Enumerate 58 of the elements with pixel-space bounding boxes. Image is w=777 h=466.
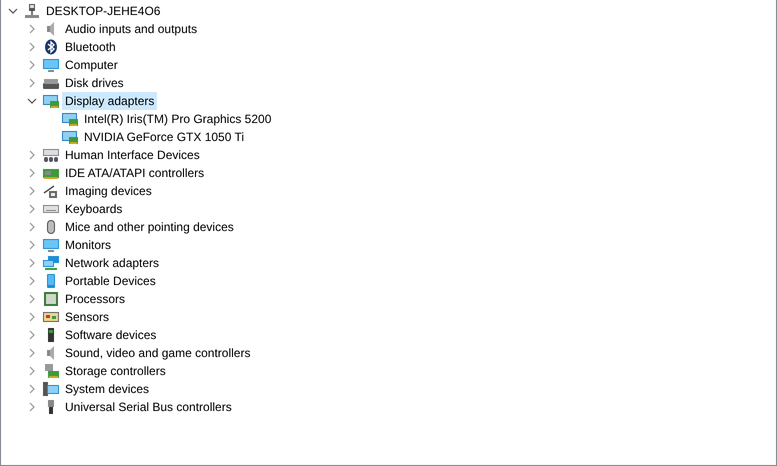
display-adapter-icon [42, 93, 60, 109]
tree-item[interactable]: IDE ATA/ATAPI controllers [62, 164, 208, 182]
tree-item[interactable]: Universal Serial Bus controllers [62, 398, 235, 416]
storage-icon [42, 363, 60, 379]
expand-chevron-icon[interactable] [27, 78, 37, 88]
expand-chevron-icon[interactable] [27, 330, 37, 340]
keyboard-device-icon [42, 147, 60, 163]
tree-item[interactable]: Storage controllers [62, 362, 169, 380]
expand-chevron-icon[interactable] [27, 258, 37, 268]
tree-item[interactable]: Mice and other pointing devices [62, 218, 237, 236]
tree-item[interactable]: Imaging devices [62, 182, 155, 200]
collapse-chevron-icon[interactable] [27, 96, 37, 106]
expand-chevron-icon[interactable] [27, 222, 37, 232]
display-adapter-icon [61, 111, 79, 127]
expand-chevron-icon[interactable] [27, 24, 37, 34]
tree-item[interactable]: Audio inputs and outputs [62, 20, 200, 38]
expand-chevron-icon[interactable] [27, 186, 37, 196]
tree-item[interactable]: Display adapters [62, 92, 158, 110]
monitor-icon [42, 237, 60, 253]
tree-item[interactable]: NVIDIA GeForce GTX 1050 Ti [81, 128, 248, 146]
tree-item[interactable]: Monitors [62, 236, 114, 254]
expand-chevron-icon[interactable] [27, 42, 37, 52]
system-icon [42, 381, 60, 397]
expand-chevron-icon[interactable] [27, 348, 37, 358]
sensor-icon [42, 309, 60, 325]
tree-item[interactable]: System devices [62, 380, 152, 398]
expand-chevron-icon[interactable] [27, 240, 37, 250]
bluetooth-icon [42, 39, 60, 55]
expand-chevron-icon[interactable] [27, 384, 37, 394]
tree-item[interactable]: Portable Devices [62, 272, 159, 290]
display-adapter-icon [61, 129, 79, 145]
expand-chevron-icon[interactable] [27, 204, 37, 214]
expand-chevron-icon[interactable] [27, 276, 37, 286]
tree-item[interactable]: Computer [62, 56, 121, 74]
expand-chevron-icon[interactable] [27, 366, 37, 376]
tree-item[interactable]: Disk drives [62, 74, 127, 92]
tree-item[interactable]: Sound, video and game controllers [62, 344, 254, 362]
tree-item[interactable]: Bluetooth [62, 38, 119, 56]
expand-chevron-icon[interactable] [27, 150, 37, 160]
tree-item[interactable]: Network adapters [62, 254, 162, 272]
camera-icon [42, 183, 60, 199]
tree-item[interactable]: Keyboards [62, 200, 126, 218]
chip-icon [42, 291, 60, 307]
expand-chevron-icon[interactable] [27, 402, 37, 412]
expand-chevron-icon[interactable] [27, 168, 37, 178]
tree-item[interactable]: Intel(R) Iris(TM) Pro Graphics 5200 [81, 110, 274, 128]
expand-chevron-icon[interactable] [27, 294, 37, 304]
expand-chevron-icon[interactable] [27, 60, 37, 70]
tree-item[interactable]: Sensors [62, 308, 112, 326]
monitor-icon [42, 57, 60, 73]
computer-icon [23, 3, 41, 19]
tree-item[interactable]: DESKTOP-JEHE4O6 [43, 2, 164, 20]
collapse-chevron-icon[interactable] [8, 6, 18, 16]
expand-chevron-icon[interactable] [27, 312, 37, 322]
tree-item[interactable]: Software devices [62, 326, 160, 344]
tree-item[interactable]: Processors [62, 290, 128, 308]
tree-item[interactable]: Human Interface Devices [62, 146, 203, 164]
network-icon [42, 255, 60, 271]
